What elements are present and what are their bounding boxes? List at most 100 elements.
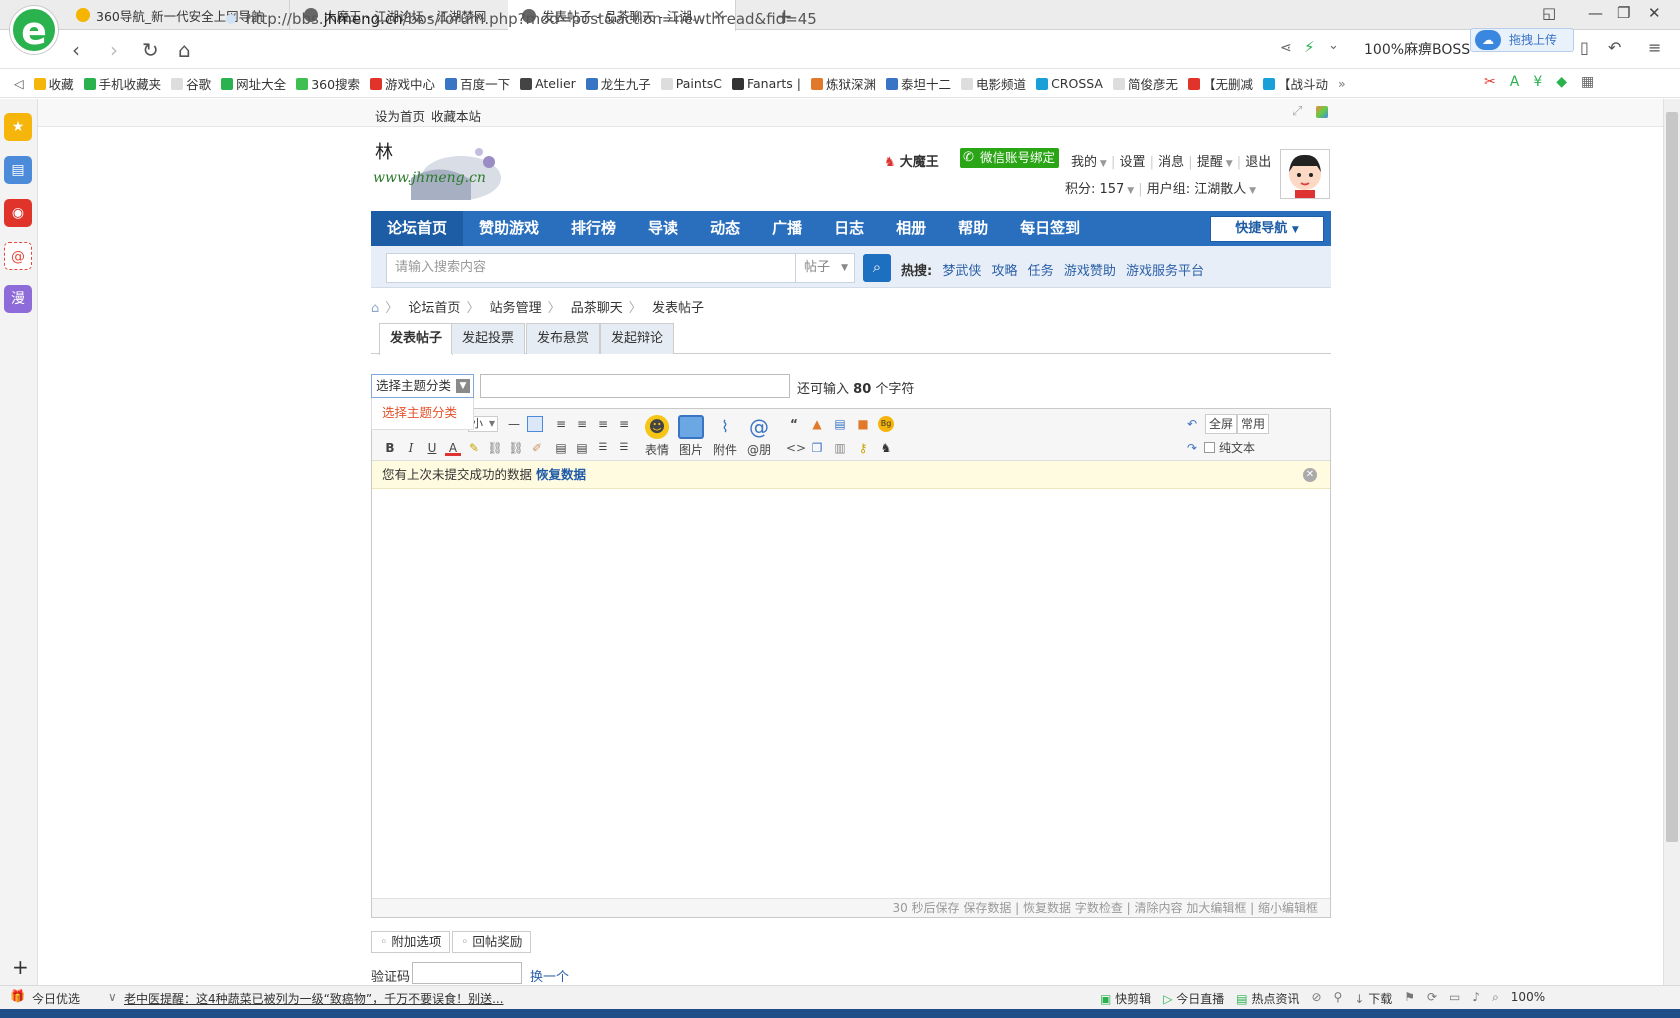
redo-icon[interactable]: ↷ (1184, 440, 1200, 456)
image-button[interactable]: 图片 (676, 415, 706, 458)
color-theme-icon[interactable] (1316, 106, 1328, 118)
background-music-icon[interactable]: Bg (878, 416, 894, 432)
restore-data-link[interactable]: 恢复数据 (536, 467, 586, 482)
italic-icon[interactable]: I (403, 440, 419, 456)
hot-search-link[interactable]: 游戏赞助 (1064, 264, 1116, 279)
search-type-select[interactable]: 帖子 ▼ (795, 253, 855, 283)
today-picks-link[interactable]: 今日优选 (32, 990, 80, 1007)
captcha-refresh-link[interactable]: 换一个 (530, 966, 569, 985)
align-justify-icon[interactable]: ≡ (616, 416, 632, 432)
attachment-button[interactable]: ⌇ 附件 (710, 415, 740, 458)
forward-icon[interactable]: › (110, 38, 118, 62)
reload-icon[interactable]: ↻ (142, 38, 159, 62)
gamepad-icon[interactable]: ◆ (1556, 74, 1567, 90)
my-menu[interactable]: 我的 (1071, 155, 1097, 170)
undo-icon[interactable]: ↶ (1184, 416, 1200, 432)
copy-icon[interactable]: ❐ (809, 440, 825, 456)
volume-icon[interactable]: ♪ (1472, 990, 1480, 1007)
username-link[interactable]: 大魔王 (900, 155, 939, 170)
bookmark-item[interactable]: PaintsC (660, 76, 722, 91)
comic-icon[interactable]: 漫 (4, 285, 32, 313)
bookmark-item[interactable]: 炼狱深渊 (811, 74, 876, 93)
table-icon[interactable] (527, 416, 543, 432)
points-menu[interactable]: 积分: 157 (1065, 182, 1124, 197)
bookmark-item[interactable]: 手机收藏夹 (83, 74, 161, 93)
pin-icon[interactable]: ⚲ (1334, 990, 1343, 1007)
captcha-input[interactable] (412, 962, 522, 984)
speed-icon[interactable]: ⚡ (1304, 38, 1315, 56)
back-icon[interactable]: ‹ (72, 38, 80, 62)
zoom-level[interactable]: 100% (1511, 990, 1545, 1007)
home-icon[interactable]: ⌂ (371, 301, 379, 316)
video-edit-button[interactable]: ▣ 快剪辑 (1100, 990, 1151, 1007)
align-left-icon[interactable]: ≡ (553, 416, 569, 432)
news-ticker-link[interactable]: 老中医提醒：这4种蔬菜已被列为一级“致癌物”，千万不要误食！别送... (124, 990, 504, 1007)
search-input[interactable]: 请输入搜索内容 (386, 253, 796, 283)
news-icon[interactable]: ▤ (4, 156, 32, 184)
nav-daily-checkin[interactable]: 每日签到 (1004, 211, 1096, 246)
emoji-button[interactable]: ☻ 表情 (642, 415, 672, 458)
thread-type-select[interactable]: 选择主题分类 ▼ (371, 374, 474, 398)
reply-reward-button[interactable]: ◦ 回帖奖励 (452, 931, 532, 953)
align-center-icon[interactable]: ≡ (574, 416, 590, 432)
url-input[interactable]: http://bbs.jhmeng.cn/bbs/forum.php?mod=p… (220, 6, 1250, 32)
nav-help[interactable]: 帮助 (942, 211, 1004, 246)
editor-body[interactable] (372, 490, 1330, 897)
quote-icon[interactable]: “ (786, 416, 802, 432)
menu-icon[interactable]: ≡ (1648, 38, 1661, 57)
hide-icon[interactable]: ▲ (809, 416, 825, 432)
tab-new-reward[interactable]: 发布悬赏 (526, 323, 601, 354)
flag-icon[interactable]: ⚑ (1404, 990, 1415, 1007)
flash-icon[interactable]: ■ (855, 416, 871, 432)
sidebar-add-icon[interactable]: + (12, 955, 29, 979)
float-right-icon[interactable]: ▤ (574, 440, 590, 456)
breadcrumb-tea-chat[interactable]: 品茶聊天 (571, 301, 623, 316)
mention-button[interactable]: @ @朋 (744, 415, 774, 458)
close-window-icon[interactable]: ✕ (1648, 4, 1661, 22)
align-right-icon[interactable]: ≡ (595, 416, 611, 432)
skin-icon[interactable]: ◱ (1542, 4, 1556, 22)
restore-window-icon[interactable]: ❐ (1617, 4, 1630, 22)
nav-feed[interactable]: 动态 (694, 211, 756, 246)
fullscreen-icon[interactable]: ⤢ (1292, 104, 1302, 119)
nav-forum-home[interactable]: 论坛首页 (371, 211, 464, 246)
scrollbar-thumb[interactable] (1666, 112, 1678, 842)
bookmark-item[interactable]: Fanarts | (731, 76, 801, 91)
close-icon[interactable]: ✕ (1303, 468, 1317, 482)
browser-logo-icon[interactable]: e (10, 6, 58, 54)
bookmark-item[interactable]: 360搜索 (296, 74, 360, 93)
favorites-icon[interactable]: ★ (4, 113, 32, 141)
unlink-icon[interactable]: ⛓ (508, 440, 524, 456)
home-icon[interactable]: ⌂ (178, 38, 191, 62)
unordered-list-icon[interactable]: ☰ (616, 440, 632, 456)
apps-icon[interactable]: ▦ (1581, 74, 1594, 90)
bookmark-item[interactable]: 网址大全 (221, 74, 286, 93)
plain-text-checkbox[interactable] (1204, 442, 1215, 453)
bookmark-item[interactable]: 泰坦十二 (886, 74, 951, 93)
bookmark-item[interactable]: 百度一下 (445, 74, 510, 93)
fullscreen-button[interactable]: 全屏 (1205, 414, 1238, 434)
thread-type-option[interactable]: 选择主题分类 (371, 398, 474, 430)
nav-blog[interactable]: 日志 (818, 211, 880, 246)
chevron-down-icon[interactable]: ⌄ (1328, 38, 1339, 53)
qq-icon[interactable]: ♞ (878, 440, 894, 456)
common-button[interactable]: 常用 (1237, 414, 1270, 434)
bold-icon[interactable]: B (382, 440, 398, 456)
wechat-bind-button[interactable]: ✆ 微信账号绑定 (960, 148, 1060, 168)
site-logo[interactable]: 林 www.jhmeng.cn (371, 140, 503, 206)
extra-options-button[interactable]: ◦ 附加选项 (371, 931, 451, 953)
quick-nav-button[interactable]: 快捷导航 ▼ (1210, 216, 1324, 242)
bookmark-item[interactable]: 谷歌 (171, 74, 211, 93)
download-button[interactable]: ↓ 下载 (1354, 990, 1392, 1007)
key-icon[interactable]: ⚷ (855, 440, 871, 456)
background-color-icon[interactable]: ✎ (466, 440, 482, 456)
logout-link[interactable]: 退出 (1245, 155, 1271, 170)
screenshot-icon[interactable]: ✂ (1484, 74, 1496, 90)
bookmark-item[interactable]: 【战斗动 (1263, 74, 1328, 93)
bookmark-item[interactable]: 游戏中心 (370, 74, 435, 93)
speed-icon[interactable]: ⊘ (1311, 990, 1321, 1007)
nav-album[interactable]: 相册 (880, 211, 942, 246)
float-left-icon[interactable]: ▤ (553, 440, 569, 456)
messages-link[interactable]: 消息 (1158, 155, 1184, 170)
hot-search-link[interactable]: 攻略 (992, 264, 1018, 279)
